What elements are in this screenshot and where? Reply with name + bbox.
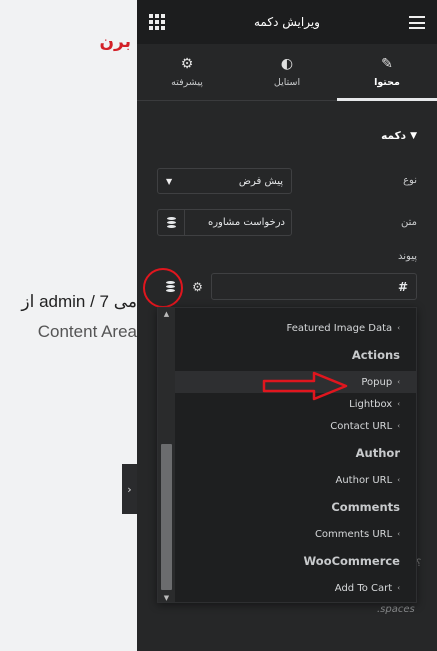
- option-label: Author URL: [335, 474, 393, 486]
- option-author-url[interactable]: Author URL ‹: [175, 469, 416, 491]
- chevron-icon: ‹: [397, 378, 400, 386]
- caret-down-icon: ▼: [166, 176, 173, 186]
- tab-label: استایل: [273, 76, 301, 88]
- text-input[interactable]: درخواست مشاوره: [185, 217, 291, 228]
- tab-label: محتوا: [374, 76, 400, 88]
- widgets-grid-icon[interactable]: [149, 14, 165, 30]
- annotation-arrow: [262, 371, 348, 401]
- chevron-icon: ‹: [397, 324, 400, 332]
- preview-area: برن از admin / 7 می Content Area: [0, 0, 137, 651]
- section-toggle-button[interactable]: دکمه ▼: [381, 130, 417, 142]
- gear-icon: ⚙: [180, 55, 194, 72]
- caret-down-icon: ▼: [410, 131, 417, 141]
- panel-header: ویرایش دکمه: [137, 0, 437, 44]
- panel-tabs: ⚙ پیشرفته ◐ استایل ✎ محتوا: [137, 44, 437, 101]
- annotation-circle: [143, 268, 183, 308]
- scroll-up-icon[interactable]: ▲: [158, 308, 175, 320]
- pencil-icon: ✎: [381, 55, 393, 72]
- chevron-icon: ‹: [397, 584, 400, 592]
- faded-control-label: .spaces: [377, 604, 415, 615]
- option-label: Contact URL: [330, 420, 393, 432]
- type-select[interactable]: ▼ پیش فرض: [157, 168, 292, 194]
- panel-title: ویرایش دکمه: [254, 15, 320, 29]
- database-icon: [166, 217, 176, 228]
- tab-content[interactable]: ✎ محتوا: [337, 44, 437, 101]
- option-label: Lightbox: [349, 398, 393, 410]
- chevron-icon: ‹: [397, 422, 400, 430]
- group-author: Author: [355, 446, 400, 460]
- hamburger-menu-icon[interactable]: [409, 16, 425, 29]
- tab-advanced[interactable]: ⚙ پیشرفته: [137, 44, 237, 100]
- option-featured-image-data[interactable]: Featured Image Data ‹: [175, 317, 416, 339]
- type-label: نوع: [403, 175, 417, 186]
- half-circle-icon: ◐: [280, 55, 294, 72]
- scroll-down-icon[interactable]: ▼: [158, 592, 175, 602]
- tab-style[interactable]: ◐ استایل: [237, 44, 337, 100]
- dynamic-tags-dropdown: ▲ ▼ Featured Image Data ‹ Actions Popup ‹ …: [157, 307, 417, 603]
- site-brand: برن: [99, 32, 131, 52]
- type-select-value: پیش فرض: [238, 175, 283, 187]
- option-contact-url[interactable]: Contact URL ‹: [175, 415, 416, 437]
- post-meta: از admin / 7 می: [21, 292, 137, 311]
- option-label: Comments URL: [314, 528, 393, 540]
- collapse-panel-button[interactable]: ›: [122, 464, 137, 514]
- link-control: ⚙ #: [157, 273, 417, 300]
- option-label: Popup: [361, 376, 393, 388]
- link-input[interactable]: #: [211, 273, 417, 300]
- dropdown-scrollbar[interactable]: ▲ ▼: [158, 308, 175, 602]
- group-woocommerce: WooCommerce: [303, 554, 400, 568]
- group-actions: Actions: [351, 348, 400, 362]
- chevron-icon: ‹: [397, 476, 400, 484]
- group-comments: Comments: [331, 500, 400, 514]
- link-options-gear-icon[interactable]: ⚙: [184, 273, 211, 300]
- chevron-icon: ‹: [397, 400, 400, 408]
- scroll-thumb[interactable]: [161, 444, 172, 590]
- chevron-icon: ‹: [397, 530, 400, 538]
- tab-label: پیشرفته: [171, 76, 203, 88]
- option-add-to-cart[interactable]: Add To Cart ‹: [175, 577, 416, 599]
- dynamic-tags-button[interactable]: [158, 210, 185, 235]
- content-area-label: Content Area: [37, 322, 137, 341]
- option-label: Featured Image Data: [286, 322, 393, 334]
- link-label: پیوند: [398, 251, 417, 262]
- text-control: درخواست مشاوره: [157, 209, 292, 236]
- chevron-right-icon: ›: [127, 482, 132, 496]
- option-label: Add To Cart: [334, 582, 393, 594]
- section-title: دکمه: [381, 130, 407, 142]
- option-comments-url[interactable]: Comments URL ‹: [175, 523, 416, 545]
- text-label: متن: [401, 217, 417, 228]
